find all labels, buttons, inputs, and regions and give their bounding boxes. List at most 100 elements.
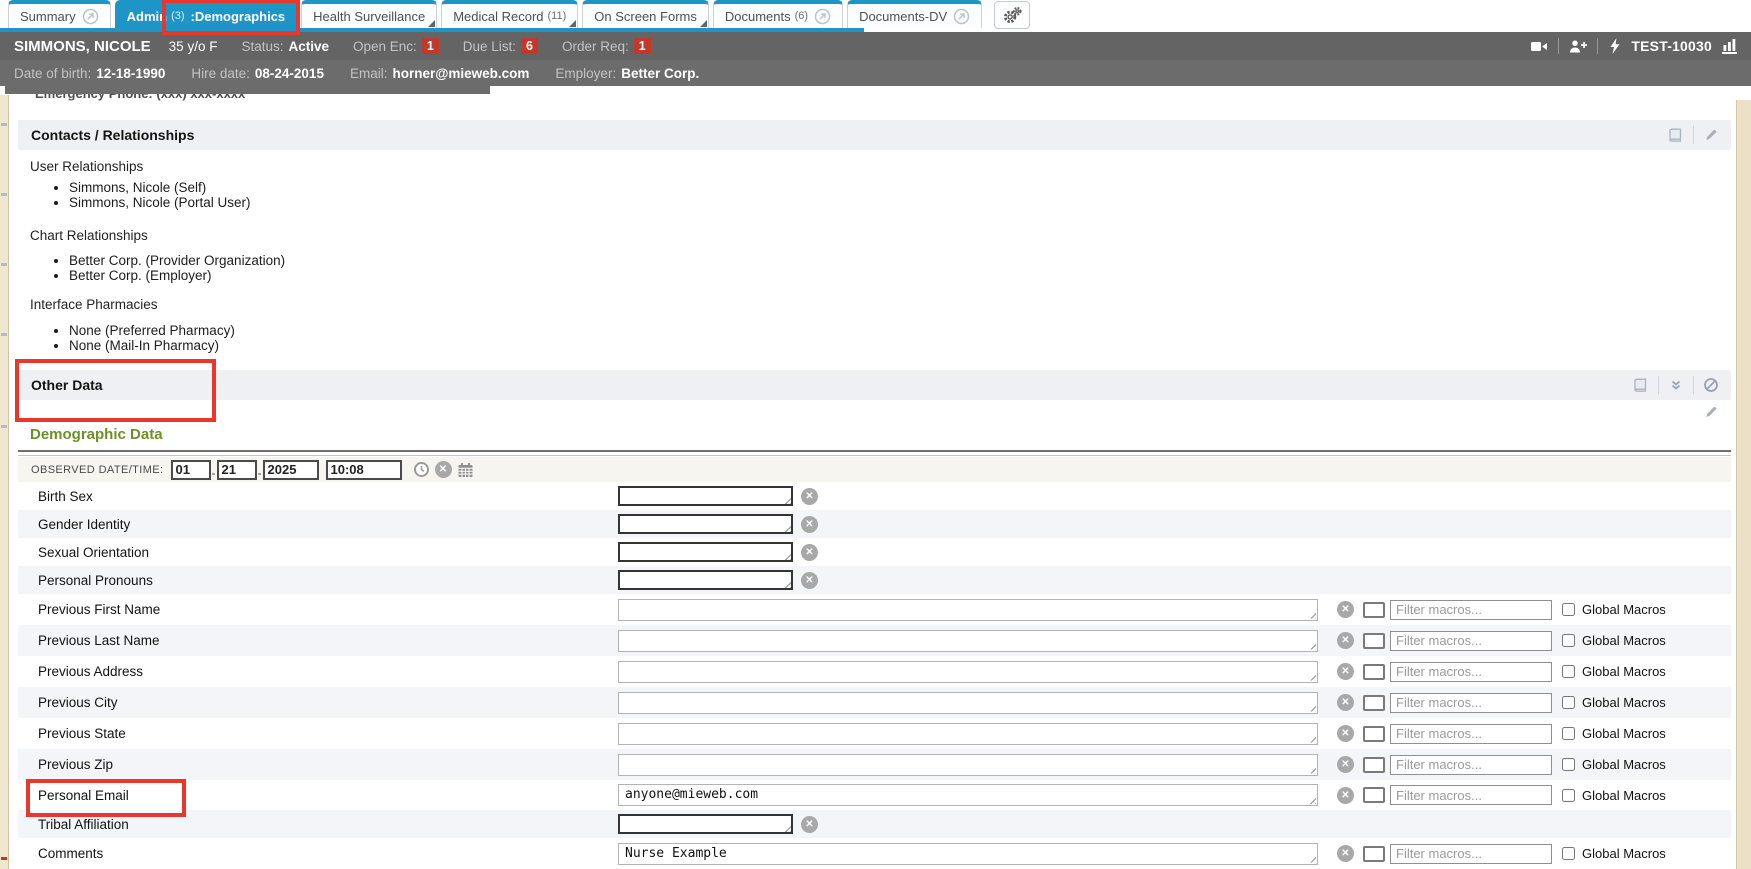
macro-list-icon[interactable] [1363,726,1385,742]
bolt-icon[interactable] [1608,38,1621,54]
clear-icon[interactable]: ✕ [1337,787,1354,804]
personal-pronouns-input[interactable] [618,570,793,590]
add-person-icon[interactable] [1569,39,1587,54]
calendar-icon[interactable] [457,462,474,478]
chart-relationships-list: Better Corp. (Provider Organization) Bet… [52,253,285,283]
disable-icon[interactable] [1703,377,1719,393]
settings-button[interactable] [994,1,1030,29]
book-icon[interactable] [1667,128,1684,143]
previous-last-name-input[interactable] [618,630,1318,652]
macro-list-icon[interactable] [1363,757,1385,773]
clear-icon[interactable]: ✕ [1337,845,1354,862]
comments-input[interactable] [618,843,1318,865]
clear-icon[interactable]: ✕ [1337,756,1354,773]
tab-documents-dv[interactable]: Documents-DV [847,0,982,28]
tab-medical-record[interactable]: Medical Record (11) [441,0,578,28]
clear-icon[interactable]: ✕ [801,816,818,833]
filter-macros-input[interactable] [1390,755,1552,775]
clear-icon[interactable]: ✕ [1337,663,1354,680]
filter-macros-input[interactable] [1390,600,1552,620]
section-contacts-relationships[interactable]: Contacts / Relationships [18,120,1731,150]
global-macros-checkbox[interactable] [1562,665,1575,678]
tab-documents-count: (6) [795,10,808,22]
tab-summary[interactable]: Summary [8,0,111,28]
book-icon[interactable] [1632,378,1649,393]
filter-macros-input[interactable] [1390,662,1552,682]
due-list-badge[interactable]: 6 [521,38,538,54]
clock-icon[interactable] [413,461,430,478]
tab-medical-record-count: (11) [548,10,567,22]
field-label: Previous State [38,726,618,741]
list-item: Better Corp. (Provider Organization) [69,253,285,268]
global-macros-checkbox[interactable] [1562,758,1575,771]
macro-list-icon[interactable] [1363,787,1385,803]
global-macros-checkbox[interactable] [1562,789,1575,802]
personal-email-input[interactable] [618,784,1318,806]
macro-list-icon[interactable] [1363,695,1385,711]
macro-list-icon[interactable] [1363,633,1385,649]
filter-macros-input[interactable] [1390,693,1552,713]
previous-city-input[interactable] [618,692,1318,714]
edit-pencil-icon[interactable] [1703,127,1719,143]
sexual-orientation-input[interactable] [618,542,793,562]
clear-icon[interactable]: ✕ [1337,632,1354,649]
tab-health-surveillance[interactable]: Health Surveillance [301,0,437,28]
tribal-affiliation-input[interactable] [618,814,793,834]
open-in-new-icon[interactable] [82,8,99,25]
open-enc-badge[interactable]: 1 [422,38,439,54]
tab-documents[interactable]: Documents (6) [713,0,843,28]
gutter-mark [1,333,7,336]
filter-macros-input[interactable] [1390,724,1552,744]
open-in-new-icon[interactable] [953,8,970,25]
form-row-gender-identity: Gender Identity ✕ [18,510,1731,538]
filter-macros-input[interactable] [1390,785,1552,805]
previous-state-input[interactable] [618,723,1318,745]
gutter-mark [1,193,7,196]
order-req-badge[interactable]: 1 [634,38,651,54]
section-other-data[interactable]: Other Data [18,370,1731,400]
observed-year-input[interactable] [263,460,319,480]
observed-time-input[interactable] [326,460,402,480]
global-macros-checkbox[interactable] [1562,696,1575,709]
clear-icon[interactable]: ✕ [1337,725,1354,742]
collapse-chevrons-icon[interactable] [1668,377,1684,393]
global-macros-checkbox[interactable] [1562,727,1575,740]
clear-icon[interactable]: ✕ [801,516,818,533]
dob-group: Date of birth: 12-18-1990 [14,66,165,81]
divider [1558,38,1559,54]
macro-list-icon[interactable] [1363,602,1385,618]
filter-macros-input[interactable] [1390,844,1552,864]
employer-label: Employer: [555,66,616,81]
global-macros-checkbox[interactable] [1562,634,1575,647]
email-label: Email: [350,66,388,81]
clear-icon[interactable]: ✕ [1337,601,1354,618]
field-label: Birth Sex [38,489,618,504]
clear-icon[interactable]: ✕ [801,544,818,561]
bar-chart-icon[interactable] [1722,38,1737,54]
tab-admin-demographics[interactable]: Admin (3) :Demographics [115,0,298,28]
observed-day-input[interactable] [217,460,257,480]
observed-month-input[interactable] [171,460,211,480]
form-row-previous-city: Previous City ✕ Global Macros [18,687,1731,718]
previous-first-name-input[interactable] [618,599,1318,621]
tab-summary-label: Summary [20,9,76,24]
birth-sex-input[interactable] [618,486,793,506]
previous-zip-input[interactable] [618,754,1318,776]
clear-icon[interactable]: ✕ [801,572,818,589]
clear-icon[interactable]: ✕ [801,488,818,505]
global-macros-checkbox[interactable] [1562,603,1575,616]
open-in-new-icon[interactable] [814,8,831,25]
clear-icon[interactable]: ✕ [435,461,452,478]
macro-list-icon[interactable] [1363,664,1385,680]
clear-icon[interactable]: ✕ [1337,694,1354,711]
macro-list-icon[interactable] [1363,846,1385,862]
global-macros-checkbox[interactable] [1562,847,1575,860]
tab-on-screen-forms[interactable]: On Screen Forms [582,0,709,28]
header-tools: TEST-10030 [1530,32,1737,60]
gender-identity-input[interactable] [618,514,793,534]
previous-address-input[interactable] [618,661,1318,683]
filter-macros-input[interactable] [1390,631,1552,651]
video-icon[interactable] [1530,39,1548,54]
form-row-previous-zip: Previous Zip ✕ Global Macros [18,749,1731,780]
edit-pencil-icon[interactable] [1703,404,1719,420]
